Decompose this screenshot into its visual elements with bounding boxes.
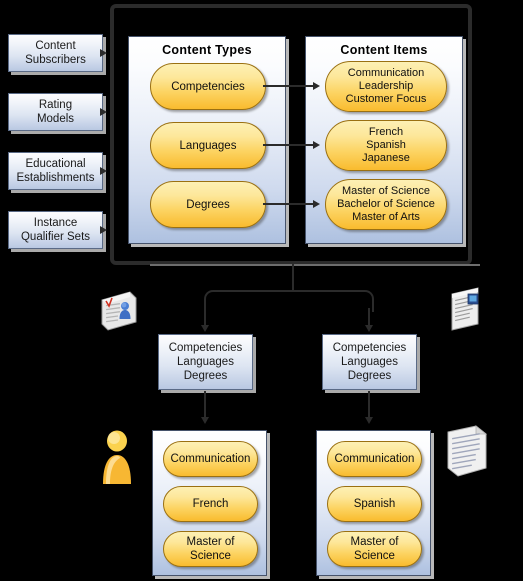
arrow-rating-to-container [100, 107, 107, 116]
pill-line: Japanese [362, 152, 410, 164]
diagram-canvas: Content Subscribers Rating Models Educat… [0, 0, 523, 581]
arrow-degrees-to-items [313, 199, 320, 208]
pill-line: Science [190, 550, 231, 562]
mid-box-line: Competencies [332, 342, 407, 354]
pill-left-master-of-science[interactable]: Master of Science [163, 531, 258, 567]
arrow-to-mid-box-left [200, 325, 209, 332]
pill-line: Science [354, 550, 395, 562]
side-box-line: Content [35, 40, 76, 52]
mid-box-line: Competencies [168, 342, 243, 354]
side-box-instance-qualifier-sets[interactable]: Instance Qualifier Sets [8, 211, 103, 249]
mid-box-left[interactable]: Competencies Languages Degrees [158, 334, 253, 390]
mid-box-line: Degrees [183, 370, 228, 382]
pill-line: Communication [347, 67, 425, 79]
mid-box-line: Languages [177, 356, 234, 368]
pill-competency-items[interactable]: Communication Leadership Customer Focus [325, 61, 447, 112]
pill-left-french[interactable]: French [163, 486, 258, 522]
arrow-mid-left-to-bottom [200, 417, 209, 424]
pill-line: Master of [350, 536, 399, 548]
pill-line: Bachelor of Science [337, 198, 435, 210]
pill-line: Communication [334, 453, 415, 465]
side-box-line: Instance [33, 217, 78, 229]
pill-competencies[interactable]: Competencies [150, 63, 266, 110]
distribution-branch [204, 290, 374, 312]
arrow-mid-right-to-bottom [364, 417, 373, 424]
side-box-line: Rating [38, 99, 73, 111]
pill-right-master-of-science[interactable]: Master of Science [327, 531, 422, 567]
panel-content-items: Content Items Communication Leadership C… [305, 36, 463, 244]
distribution-baseline [150, 264, 480, 266]
connector-degrees-to-items [263, 203, 315, 205]
pill-line: Master of Science [341, 185, 431, 197]
arrow-educational-to-container [100, 166, 107, 175]
pill-line: Leadership [358, 80, 414, 92]
side-box-line: Establishments [16, 172, 95, 184]
arrow-to-mid-box-right [364, 325, 373, 332]
pill-language-items[interactable]: French Spanish Japanese [325, 120, 447, 171]
document-with-screen-icon [444, 284, 490, 332]
side-box-educational-establishments[interactable]: Educational Establishments [8, 152, 103, 190]
mid-box-line: Languages [341, 356, 398, 368]
side-box-line: Qualifier Sets [20, 231, 91, 243]
pill-line: French [368, 126, 404, 138]
side-box-line: Subscribers [25, 54, 86, 66]
panel-title-content-items: Content Items [340, 43, 428, 57]
connector-mid-right-to-bottom [368, 391, 370, 419]
bottom-panel-left: Communication French Master of Science [152, 430, 267, 576]
pill-line: Languages [179, 139, 237, 152]
pill-line: Spanish [366, 139, 406, 151]
connector-languages-to-items [263, 144, 315, 146]
pill-line: French [192, 498, 229, 510]
document-with-person-icon [98, 288, 142, 332]
panel-content-types: Content Types Competencies Languages Deg… [128, 36, 286, 244]
side-box-line: Models [36, 113, 75, 125]
pill-line: Degrees [186, 198, 230, 211]
pill-degree-items[interactable]: Master of Science Bachelor of Science Ma… [325, 179, 447, 230]
mid-box-line: Degrees [347, 370, 392, 382]
pill-line: Communication [170, 453, 251, 465]
document-plain-icon [442, 424, 494, 480]
mid-box-right[interactable]: Competencies Languages Degrees [322, 334, 417, 390]
side-box-content-subscribers[interactable]: Content Subscribers [8, 34, 103, 72]
panel-title-content-types: Content Types [162, 43, 252, 57]
arrow-instance-to-container [100, 225, 107, 234]
person-icon [98, 426, 136, 488]
pill-degrees[interactable]: Degrees [150, 181, 266, 228]
arrow-languages-to-items [313, 140, 320, 149]
arrow-competencies-to-items [313, 81, 320, 90]
pill-line: Spanish [353, 498, 396, 510]
side-box-line: Educational [25, 158, 86, 170]
connector-mid-left-to-bottom [204, 391, 206, 419]
side-box-rating-models[interactable]: Rating Models [8, 93, 103, 131]
pill-line: Competencies [171, 80, 245, 93]
distribution-stem [292, 264, 294, 292]
pill-languages[interactable]: Languages [150, 122, 266, 169]
pill-line: Master of [186, 536, 235, 548]
bottom-panel-right: Communication Spanish Master of Science [316, 430, 431, 576]
pill-right-spanish[interactable]: Spanish [327, 486, 422, 522]
pill-right-communication[interactable]: Communication [327, 441, 422, 477]
connector-competencies-to-items [263, 85, 315, 87]
arrow-subscribers-to-container [100, 48, 107, 57]
pill-left-communication[interactable]: Communication [163, 441, 258, 477]
pill-line: Master of Arts [352, 211, 420, 223]
pill-line: Customer Focus [345, 93, 427, 105]
